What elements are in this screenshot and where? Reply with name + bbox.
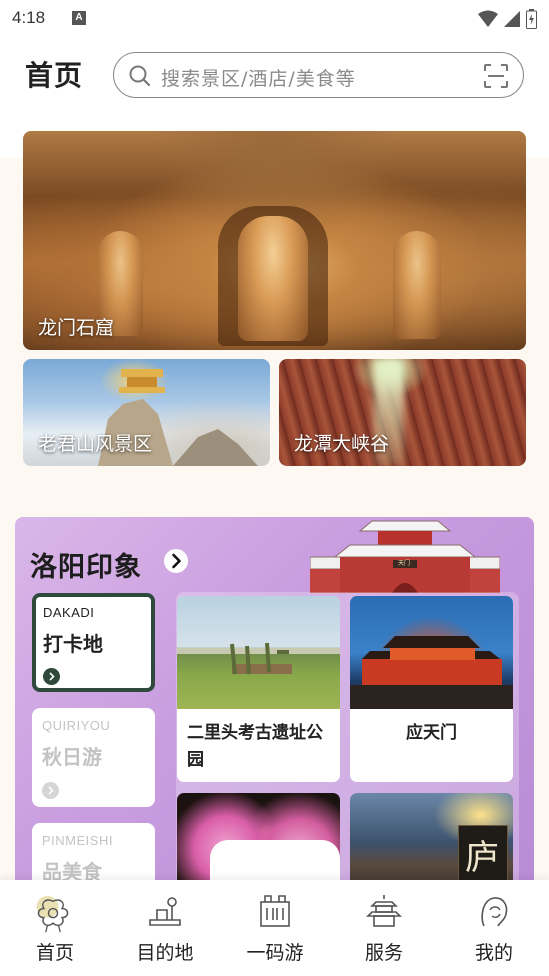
bottom-nav: 首页 目的地 一码游 服务 我的 — [0, 880, 549, 976]
spot-image — [350, 596, 513, 709]
tab-dakadi[interactable]: DAKADI 打卡地 — [32, 593, 155, 692]
tab-go-icon — [43, 668, 60, 685]
tab-en-label: PINMEISHI — [42, 833, 113, 848]
night-sign: 庐 — [465, 838, 499, 878]
nav-label: 服务 — [364, 942, 403, 964]
tab-quiriyou[interactable]: QUIRIYOU 秋日游 — [32, 708, 155, 807]
hero-label-laojunshan: 老君山风景区 — [38, 433, 153, 455]
one-code-tour-icon — [260, 895, 290, 927]
nav-item-home[interactable]: 首页 — [0, 880, 110, 976]
tab-en-label: DAKADI — [43, 605, 95, 620]
notification-a-icon: A — [72, 11, 86, 25]
palace-illustration — [350, 636, 513, 709]
nav-label: 一码游 — [246, 942, 304, 964]
status-time: 4:18 — [12, 8, 46, 27]
wifi-icon — [478, 10, 498, 27]
tab-cn-label: 秋日游 — [42, 745, 102, 769]
destination-icon — [149, 897, 181, 926]
tab-go-icon — [42, 782, 59, 799]
spot-name: 应天门 — [406, 723, 457, 743]
spot-name: 二里头考古遗址公园 — [187, 723, 323, 770]
header: 首页 搜索景区/酒店/美食等 — [0, 38, 549, 118]
site-illustration — [177, 642, 340, 675]
profile-icon — [481, 897, 508, 927]
hero-card-longmen[interactable]: 龙门石窟 — [23, 131, 526, 350]
nav-label: 首页 — [35, 942, 74, 964]
peony-home-icon — [36, 895, 69, 933]
nav-label: 我的 — [474, 942, 513, 964]
nav-label: 目的地 — [136, 942, 194, 964]
hero-card-laojunshan[interactable]: 老君山风景区 — [23, 359, 270, 466]
section-title: 洛阳印象 — [30, 552, 142, 583]
spot-card-yingtianmen[interactable]: 应天门 — [350, 596, 513, 782]
signal-icon — [504, 11, 520, 27]
spot-image — [177, 596, 340, 709]
tab-en-label: QUIRIYOU — [42, 718, 111, 733]
tab-cn-label: 打卡地 — [43, 632, 103, 656]
gate-sign: 天门 — [398, 560, 411, 567]
section-more-button[interactable] — [164, 549, 188, 573]
status-bar: 4:18 A — [0, 0, 549, 38]
search-placeholder: 搜索景区/酒店/美食等 — [161, 68, 356, 90]
spot-card-erlitou[interactable]: 二里头考古遗址公园 — [177, 596, 340, 782]
side-statue-right — [393, 231, 441, 339]
hero-label-longmen: 龙门石窟 — [38, 317, 115, 339]
nav-item-profile[interactable]: 我的 — [439, 880, 549, 976]
battery-icon — [526, 9, 537, 29]
nav-item-service[interactable]: 服务 — [329, 880, 439, 976]
nav-item-destination[interactable]: 目的地 — [110, 880, 220, 976]
search-input[interactable]: 搜索景区/酒店/美食等 — [113, 52, 524, 98]
nav-item-one-code-tour[interactable]: 一码游 — [220, 880, 330, 976]
search-icon — [129, 65, 151, 87]
scan-icon[interactable] — [483, 63, 509, 89]
page-title: 首页 — [25, 59, 84, 92]
gate-tower-illustration — [310, 520, 500, 593]
hero-label-longtan: 龙潭大峡谷 — [294, 433, 390, 455]
status-icons — [478, 9, 537, 29]
buddha-statue — [238, 216, 308, 341]
chevron-right-icon — [172, 553, 181, 569]
hero-card-longtan[interactable]: 龙潭大峡谷 — [279, 359, 526, 466]
service-pagoda-icon — [366, 895, 402, 927]
